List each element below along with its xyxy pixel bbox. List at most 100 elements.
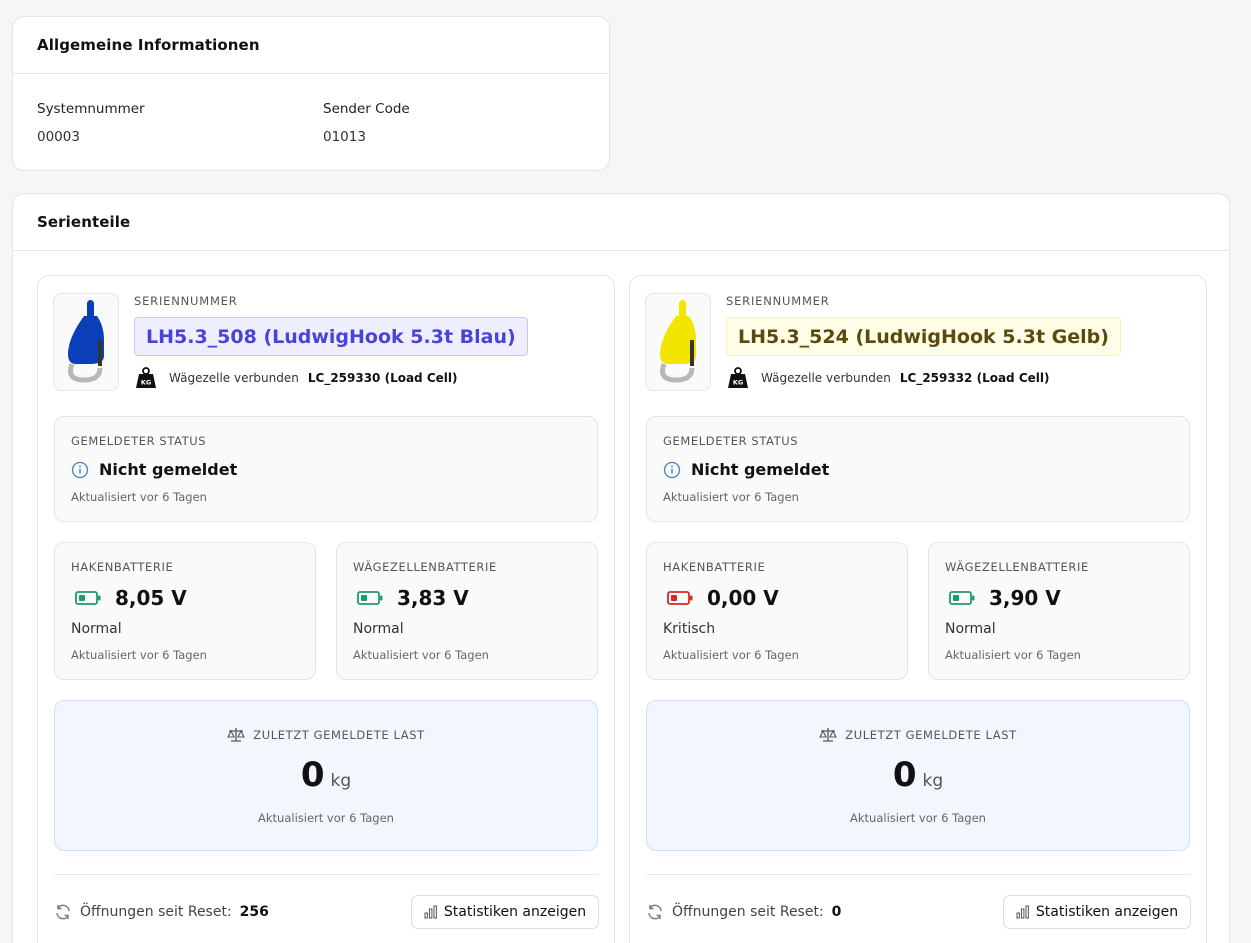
series-parts-header: Serienteile	[13, 194, 1229, 251]
hook-battery-updated: Aktualisiert vor 6 Tagen	[663, 648, 799, 662]
svg-text:KG: KG	[141, 379, 151, 387]
system-number-value: 00003	[37, 129, 80, 145]
general-info-title: Allgemeine Informationen	[37, 36, 260, 54]
sender-code-field: Sender Code 01013	[323, 101, 583, 145]
loadcell-label: Wägezelle verbunden	[169, 371, 299, 385]
loadcell-label: Wägezelle verbunden	[761, 371, 891, 385]
battery-icon	[357, 591, 383, 605]
loadcell-battery-value-line: 3,90 V	[949, 586, 1061, 610]
reported-status-box: GEMELDETER STATUS Nicht gemeldet Aktuali…	[54, 416, 598, 522]
loadcell-battery-state: Normal	[353, 621, 404, 637]
sender-code-label: Sender Code	[323, 101, 410, 117]
scale-icon	[819, 728, 838, 742]
divider	[646, 874, 1190, 875]
divider	[54, 874, 598, 875]
show-statistics-label: Statistiken anzeigen	[443, 904, 587, 920]
show-statistics-label: Statistiken anzeigen	[1035, 904, 1179, 920]
battery-icon	[949, 591, 975, 605]
openings-since-reset: Öffnungen seit Reset: 0	[646, 903, 841, 921]
last-load-unit: kg	[330, 771, 352, 791]
last-load-unit: kg	[922, 771, 944, 791]
loadcell-battery-box: WÄGEZELLENBATTERIE 3,83 V Normal Aktuali…	[336, 542, 598, 680]
hook-battery-updated: Aktualisiert vor 6 Tagen	[71, 648, 207, 662]
part-card-1: SERIENNUMMER LH5.3_508 (LudwigHook 5.3t …	[37, 275, 615, 943]
refresh-icon	[56, 904, 70, 920]
loadcell-battery-state: Normal	[945, 621, 996, 637]
bar-chart-icon	[1016, 905, 1029, 919]
hook-battery-value-line: 0,00 V	[667, 586, 779, 610]
hook-battery-caption: HAKENBATTERIE	[663, 560, 766, 574]
serial-number-badge: LH5.3_508 (LudwigHook 5.3t Blau)	[134, 317, 528, 356]
last-load-updated: Aktualisiert vor 6 Tagen	[850, 811, 986, 825]
openings-count: 0	[831, 904, 842, 920]
loadcell-battery-value-line: 3,83 V	[357, 586, 469, 610]
hook-battery-value: 8,05 V	[115, 586, 187, 610]
bar-chart-icon	[424, 905, 437, 919]
loadcell-battery-updated: Aktualisiert vor 6 Tagen	[353, 648, 489, 662]
loadcell-value: LC_259332 (Load Cell)	[899, 371, 1050, 385]
general-info-header: Allgemeine Informationen	[13, 17, 609, 74]
info-icon	[663, 461, 681, 478]
show-statistics-button[interactable]: Statistiken anzeigen	[411, 895, 599, 929]
last-load-caption: ZULETZT GEMELDETE LAST	[253, 728, 425, 742]
last-load-caption-line: ZULETZT GEMELDETE LAST	[55, 727, 597, 743]
battery-icon	[75, 591, 101, 605]
series-parts-title: Serienteile	[37, 213, 131, 231]
reported-status-box: GEMELDETER STATUS Nicht gemeldet Aktuali…	[646, 416, 1190, 522]
openings-since-reset: Öffnungen seit Reset: 256	[54, 903, 269, 921]
openings-count: 256	[239, 904, 269, 920]
weight-kg-icon: KG	[728, 367, 748, 388]
hook-thumbnail	[53, 293, 119, 391]
serial-caption: SERIENNUMMER	[134, 294, 238, 308]
info-icon	[71, 461, 89, 478]
general-info-card: Allgemeine Informationen Systemnummer 00…	[12, 16, 610, 171]
serial-caption: SERIENNUMMER	[726, 294, 830, 308]
svg-text:KG: KG	[733, 379, 743, 387]
loadcell-battery-value: 3,83 V	[397, 586, 469, 610]
last-load-box: ZULETZT GEMELDETE LAST 0 kg Aktualisiert …	[54, 700, 598, 851]
hook-icon	[68, 300, 104, 383]
loadcell-battery-caption: WÄGEZELLENBATTERIE	[945, 560, 1089, 574]
loadcell-battery-value: 3,90 V	[989, 586, 1061, 610]
hook-battery-value: 0,00 V	[707, 586, 779, 610]
battery-icon	[667, 591, 693, 605]
last-load-caption-line: ZULETZT GEMELDETE LAST	[647, 727, 1189, 743]
status-caption: GEMELDETER STATUS	[663, 434, 799, 448]
sender-code-value: 01013	[323, 129, 366, 145]
last-load-value-line: 0 kg	[647, 755, 1189, 795]
hook-battery-value-line: 8,05 V	[75, 586, 187, 610]
hook-battery-caption: HAKENBATTERIE	[71, 560, 174, 574]
weight-kg-icon: KG	[136, 367, 156, 388]
loadcell-battery-updated: Aktualisiert vor 6 Tagen	[945, 648, 1081, 662]
last-load-value: 0	[300, 755, 325, 795]
last-load-caption: ZULETZT GEMELDETE LAST	[845, 728, 1017, 742]
hook-thumbnail	[645, 293, 711, 391]
hook-battery-box: HAKENBATTERIE 8,05 V Normal Aktualisiert…	[54, 542, 316, 680]
system-number-label: Systemnummer	[37, 101, 145, 117]
status-line: Nicht gemeldet	[71, 460, 237, 479]
hook-battery-state: Normal	[71, 621, 122, 637]
loadcell-battery-caption: WÄGEZELLENBATTERIE	[353, 560, 497, 574]
status-line: Nicht gemeldet	[663, 460, 829, 479]
status-updated: Aktualisiert vor 6 Tagen	[71, 490, 207, 504]
last-load-updated: Aktualisiert vor 6 Tagen	[258, 811, 394, 825]
scale-icon	[227, 728, 246, 742]
hook-battery-box: HAKENBATTERIE 0,00 V Kritisch Aktualisie…	[646, 542, 908, 680]
status-text: Nicht gemeldet	[691, 460, 830, 479]
serial-number-badge: LH5.3_524 (LudwigHook 5.3t Gelb)	[726, 317, 1121, 356]
last-load-box: ZULETZT GEMELDETE LAST 0 kg Aktualisiert …	[646, 700, 1190, 851]
last-load-value-line: 0 kg	[55, 755, 597, 795]
series-parts-card: Serienteile SERIENNUMMER LH5.3_508 (Ludw…	[12, 193, 1230, 943]
status-updated: Aktualisiert vor 6 Tagen	[663, 490, 799, 504]
loadcell-info: KG Wägezelle verbunden LC_259330 (Load C…	[134, 366, 457, 390]
openings-label: Öffnungen seit Reset:	[672, 904, 824, 920]
refresh-icon	[648, 904, 662, 920]
loadcell-battery-box: WÄGEZELLENBATTERIE 3,90 V Normal Aktuali…	[928, 542, 1190, 680]
show-statistics-button[interactable]: Statistiken anzeigen	[1003, 895, 1191, 929]
hook-battery-state: Kritisch	[663, 621, 716, 637]
last-load-value: 0	[892, 755, 917, 795]
hook-icon	[660, 300, 696, 383]
openings-label: Öffnungen seit Reset:	[80, 904, 232, 920]
part-card-2: SERIENNUMMER LH5.3_524 (LudwigHook 5.3t …	[629, 275, 1207, 943]
loadcell-info: KG Wägezelle verbunden LC_259332 (Load C…	[726, 366, 1049, 390]
